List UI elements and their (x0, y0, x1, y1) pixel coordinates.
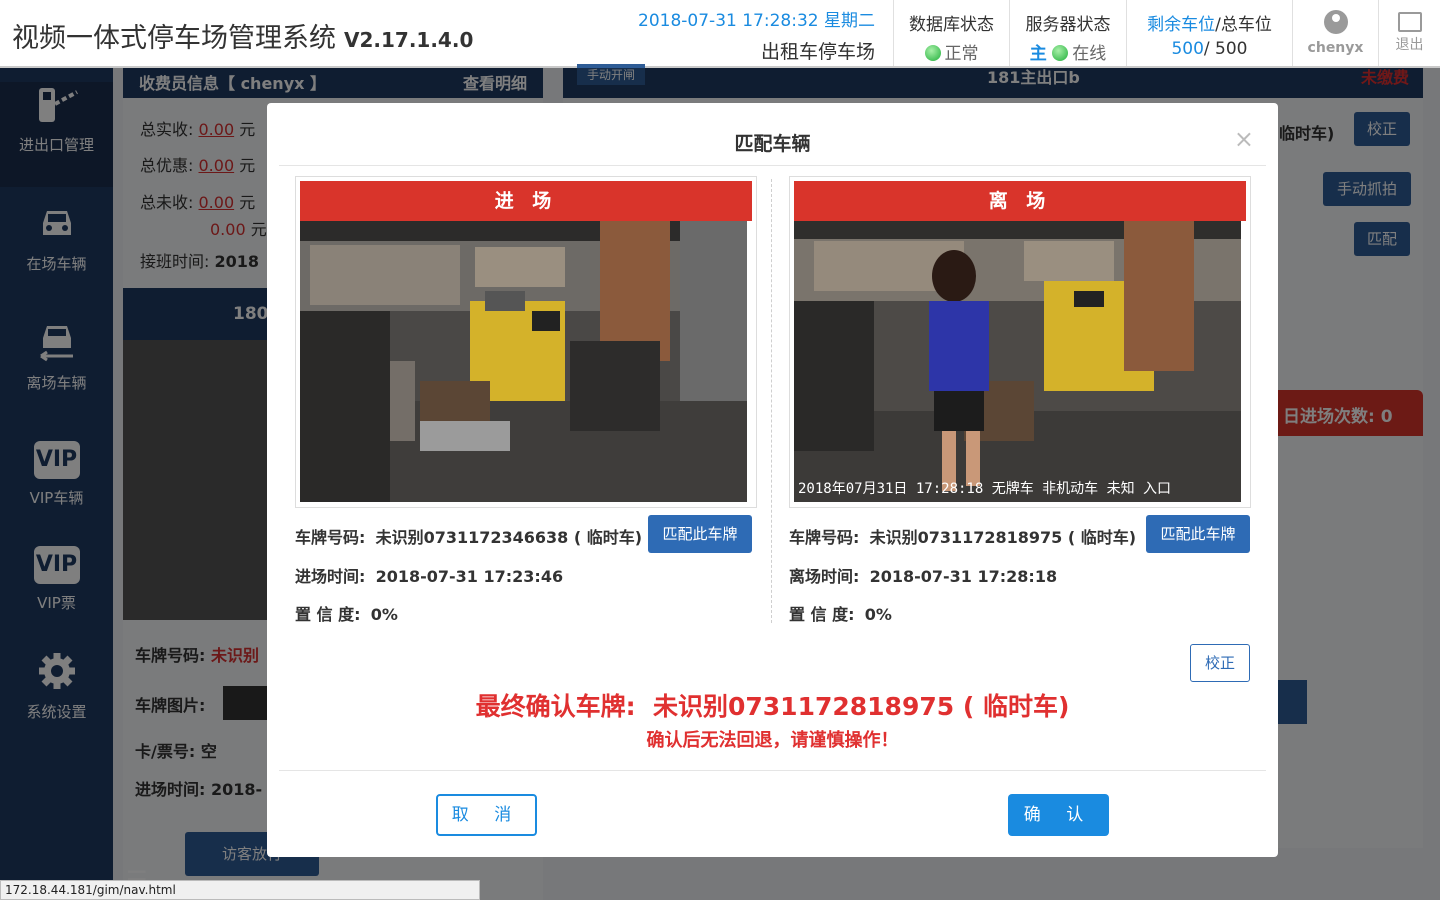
entry-plate-label: 车牌号码: (295, 528, 366, 547)
entry-time-label: 进场时间: (295, 567, 366, 586)
close-icon[interactable]: × (1234, 125, 1254, 153)
entry-confidence-value: 0% (370, 605, 398, 624)
username: chenyx (1307, 40, 1364, 56)
entry-card: 进 场 (295, 176, 757, 508)
exit-time-label: 离场时间: (789, 567, 860, 586)
db-status-label: 数据库状态 (909, 15, 994, 35)
modal-divider (279, 165, 1266, 166)
server-status-value: 在线 (1072, 44, 1107, 64)
exit-card: 离 场 2018年07月31日 17:28:18 无牌车 非机动车 未知 入口 (789, 176, 1251, 508)
browser-status-url: 172.18.44.181/gim/nav.html (0, 880, 480, 900)
logout-icon (1397, 12, 1422, 32)
remaining-label: 剩余车位 (1147, 15, 1216, 35)
exit-confidence-label: 置 信 度: (789, 605, 855, 624)
exit-header: 离 场 (794, 181, 1246, 221)
calibrate-button[interactable]: 校正 (1190, 644, 1250, 682)
logout-label: 退出 (1395, 37, 1424, 53)
exit-scene (794, 221, 1241, 502)
app-title: 视频一体式停车场管理系统 V2.17.1.4.0 (12, 16, 473, 55)
status-ok-icon (924, 45, 941, 61)
user-menu[interactable]: chenyx (1292, 0, 1378, 66)
match-entry-plate-button[interactable]: 匹配此车牌 (648, 515, 752, 553)
server-status-label: 服务器状态 (1025, 15, 1111, 35)
entry-scene (300, 221, 747, 502)
current-datetime: 2018-07-31 17:28:32 星期二 (638, 11, 875, 31)
final-plate-label: 最终确认车牌: (475, 692, 636, 721)
entry-time-value: 2018-07-31 17:23:46 (375, 567, 564, 586)
match-vehicle-modal: 匹配车辆 × 进 场 车牌号码: 未识别0731172346638 (临时车)… (267, 103, 1278, 857)
server-role: 主 (1029, 44, 1047, 64)
modal-footer-divider (279, 770, 1266, 771)
modal-title: 匹配车辆 (734, 133, 811, 155)
exit-confidence-value: 0% (864, 605, 892, 624)
db-status-value: 正常 (944, 44, 979, 64)
final-plate-line: 最终确认车牌: 未识别0731172818975 ( 临时车) (267, 687, 1278, 723)
confirm-button[interactable]: 确 认 (1008, 794, 1109, 836)
datetime-block: 2018-07-31 17:28:32 星期二 出租车停车场 (638, 6, 875, 64)
top-header: 视频一体式停车场管理系统 V2.17.1.4.0 2018-07-31 17:28… (0, 0, 1440, 68)
parking-spaces: 剩余车位/总车位 500/ 500 (1126, 0, 1292, 66)
status-online-icon (1052, 45, 1069, 61)
total-label: /总车位 (1215, 15, 1272, 35)
exit-time-value: 2018-07-31 17:28:18 (869, 567, 1058, 586)
entry-header: 进 场 (300, 181, 752, 221)
user-avatar-icon (1323, 10, 1348, 34)
lot-name: 出租车停车场 (760, 41, 875, 63)
logout-button[interactable]: 退出 (1378, 0, 1440, 66)
exit-camera-image: 2018年07月31日 17:28:18 无牌车 非机动车 未知 入口 (794, 221, 1241, 502)
exit-plate-value: 未识别0731172818975 ( 临时车) (869, 528, 1137, 547)
vertical-divider (771, 179, 772, 623)
server-status: 服务器状态 主 在线 (1009, 0, 1126, 66)
exit-plate-label: 车牌号码: (789, 528, 860, 547)
app-title-text: 视频一体式停车场管理系统 (12, 23, 336, 54)
entry-camera-image (300, 221, 747, 502)
final-plate-value: 未识别0731172818975 ( 临时车) (653, 692, 1070, 721)
irreversible-warning: 确认后无法回退，请谨慎操作！ (646, 730, 899, 751)
app-version: V2.17.1.4.0 (344, 28, 474, 52)
remaining-count: 500 (1171, 39, 1204, 59)
entry-plate-value: 未识别0731172346638 ( 临时车) (375, 528, 643, 547)
entry-confidence-label: 置 信 度: (295, 605, 361, 624)
db-status: 数据库状态 正常 (893, 0, 1009, 66)
cancel-button[interactable]: 取 消 (436, 794, 537, 836)
total-count: / 500 (1203, 39, 1248, 59)
exit-image-caption: 2018年07月31日 17:28:18 无牌车 非机动车 未知 入口 (798, 481, 1172, 497)
match-exit-plate-button[interactable]: 匹配此车牌 (1146, 515, 1250, 553)
